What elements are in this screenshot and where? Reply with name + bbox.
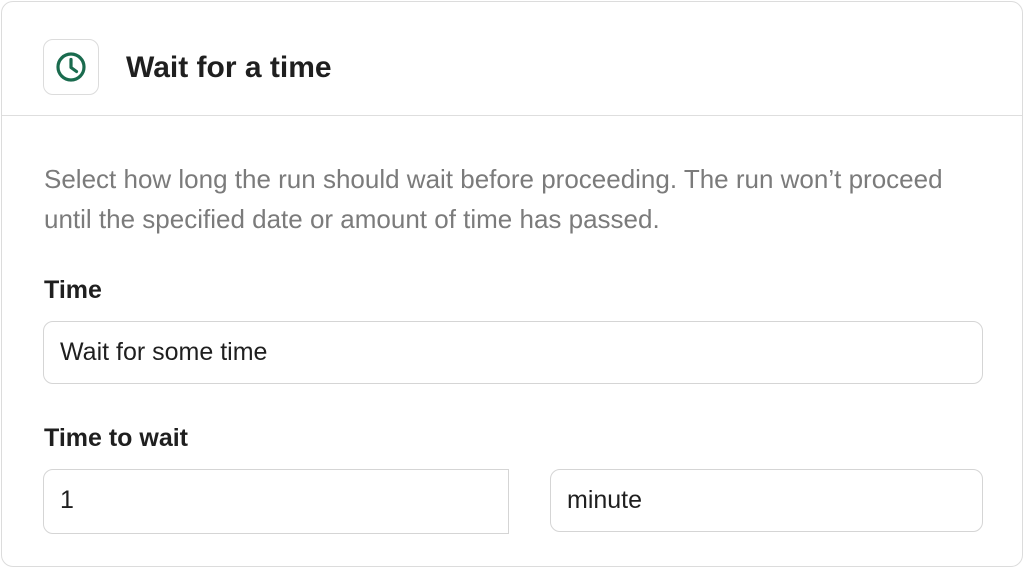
wait-amount-input[interactable]: 1 [43, 469, 509, 534]
clock-icon [43, 39, 99, 95]
time-select[interactable]: Wait for some time [43, 321, 983, 384]
card-title: Wait for a time [126, 51, 332, 84]
time-label: Time [44, 276, 102, 304]
time-to-wait-label: Time to wait [44, 424, 189, 452]
wait-unit-select[interactable]: minute [550, 469, 983, 532]
card-header: Wait for a time [2, 2, 1022, 116]
wait-step-card: Wait for a time Select how long the run … [1, 1, 1023, 567]
step-description: Select how long the run should wait befo… [44, 164, 943, 234]
